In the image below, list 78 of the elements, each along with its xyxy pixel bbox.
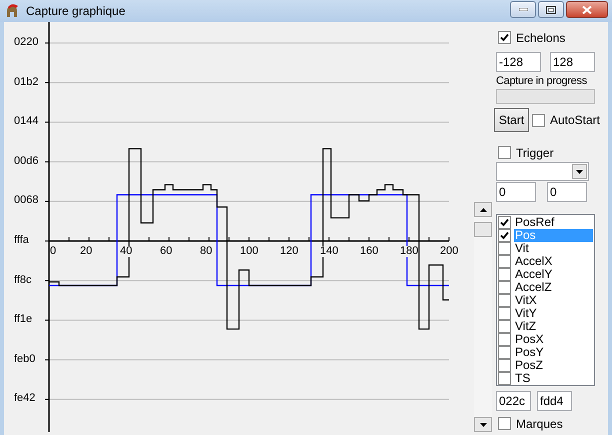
channel-item[interactable]: PosY bbox=[514, 346, 593, 359]
checkbox-label: AutoStart bbox=[550, 114, 600, 126]
close-button[interactable] bbox=[566, 1, 608, 18]
checkbox[interactable] bbox=[498, 294, 511, 307]
channel-item[interactable]: VitZ bbox=[514, 320, 593, 333]
helmet-icon bbox=[4, 3, 20, 19]
maximize-icon bbox=[546, 6, 556, 14]
down-arrow-icon bbox=[480, 422, 486, 426]
start-button[interactable]: Start bbox=[494, 108, 529, 132]
scroll-thumb[interactable] bbox=[474, 222, 492, 237]
checkbox[interactable] bbox=[498, 255, 511, 268]
checkbox[interactable] bbox=[498, 320, 511, 333]
checkbox-label: Marques bbox=[516, 418, 563, 430]
input-field[interactable]: 128 bbox=[550, 52, 595, 72]
status-label: Capture in progress bbox=[496, 76, 588, 87]
channel-item[interactable]: Vit bbox=[514, 242, 593, 255]
input-field[interactable]: -128 bbox=[496, 52, 541, 72]
input-field[interactable]: fdd4 bbox=[537, 391, 572, 411]
checkbox[interactable] bbox=[498, 307, 511, 320]
channel-item[interactable]: PosZ bbox=[514, 359, 593, 372]
x-tick-label: 80 bbox=[200, 246, 212, 257]
checkbox[interactable] bbox=[498, 31, 511, 44]
checkmark-icon bbox=[500, 33, 509, 42]
x-tick-label: 60 bbox=[160, 246, 172, 257]
y-tick-label: ff1e bbox=[14, 314, 32, 326]
up-arrow-icon bbox=[480, 208, 486, 212]
caret-icon bbox=[576, 170, 583, 174]
x-tick-label: 120 bbox=[280, 246, 298, 257]
y-tick-label: fffa bbox=[14, 235, 29, 246]
checkbox[interactable] bbox=[498, 346, 511, 359]
checkbox[interactable] bbox=[498, 146, 511, 159]
channel-item[interactable]: AccelY bbox=[514, 268, 593, 281]
y-tick-label: feb0 bbox=[14, 354, 36, 365]
channel-item[interactable]: PosRef bbox=[514, 216, 593, 229]
checkbox[interactable] bbox=[498, 268, 511, 281]
channel-item[interactable]: PosX bbox=[514, 333, 593, 346]
x-tick-label: 40 bbox=[120, 246, 132, 257]
y-tick-label: 0144 bbox=[14, 116, 38, 128]
checkbox[interactable] bbox=[498, 242, 511, 255]
checkbox[interactable] bbox=[498, 216, 511, 229]
x-tick-label: 100 bbox=[240, 246, 258, 257]
checkbox[interactable] bbox=[498, 359, 511, 372]
x-tick-label: 160 bbox=[360, 246, 378, 257]
channel-item[interactable]: TS bbox=[514, 372, 593, 385]
input-field[interactable]: 022c bbox=[496, 391, 531, 411]
checkbox[interactable] bbox=[498, 333, 511, 346]
x-tick-label: 0 bbox=[50, 246, 56, 257]
channel-item[interactable]: VitX bbox=[514, 294, 593, 307]
x-tick-label: 20 bbox=[80, 246, 92, 257]
y-tick-label: 00d6 bbox=[14, 156, 38, 167]
checkbox-label: Trigger bbox=[516, 146, 554, 158]
y-tick-label: 01b2 bbox=[14, 76, 38, 88]
y-tick-label: fe42 bbox=[14, 393, 36, 404]
channel-item[interactable]: VitY bbox=[514, 307, 593, 320]
x-tick-label: 140 bbox=[320, 246, 338, 257]
checkbox[interactable] bbox=[498, 229, 511, 242]
scroll-up-button[interactable] bbox=[474, 202, 492, 217]
checkbox[interactable] bbox=[498, 417, 511, 430]
channel-item[interactable]: AccelX bbox=[514, 255, 593, 268]
maximize-button[interactable] bbox=[538, 1, 564, 18]
y-tick-label: ff8c bbox=[14, 274, 32, 286]
channel-item[interactable]: AccelZ bbox=[514, 281, 593, 294]
y-tick-label: 0220 bbox=[14, 37, 38, 48]
scroll-down-button[interactable] bbox=[474, 417, 492, 432]
close-icon bbox=[582, 6, 592, 14]
y-tick-label: 0068 bbox=[14, 195, 38, 206]
dropdown-button[interactable] bbox=[572, 164, 587, 179]
minimize-icon bbox=[518, 8, 528, 11]
input-field[interactable]: 0 bbox=[547, 182, 587, 202]
minimize-button[interactable] bbox=[510, 1, 536, 18]
checkbox[interactable] bbox=[498, 281, 511, 294]
checkbox-label: Echelons bbox=[516, 32, 566, 44]
x-tick-label: 180 bbox=[400, 246, 418, 257]
input-field[interactable]: 0 bbox=[496, 182, 536, 202]
window-title: Capture graphique bbox=[26, 3, 126, 20]
checkbox[interactable] bbox=[498, 372, 511, 385]
x-tick-label: 200 bbox=[440, 246, 458, 257]
checkbox[interactable] bbox=[532, 114, 545, 126]
